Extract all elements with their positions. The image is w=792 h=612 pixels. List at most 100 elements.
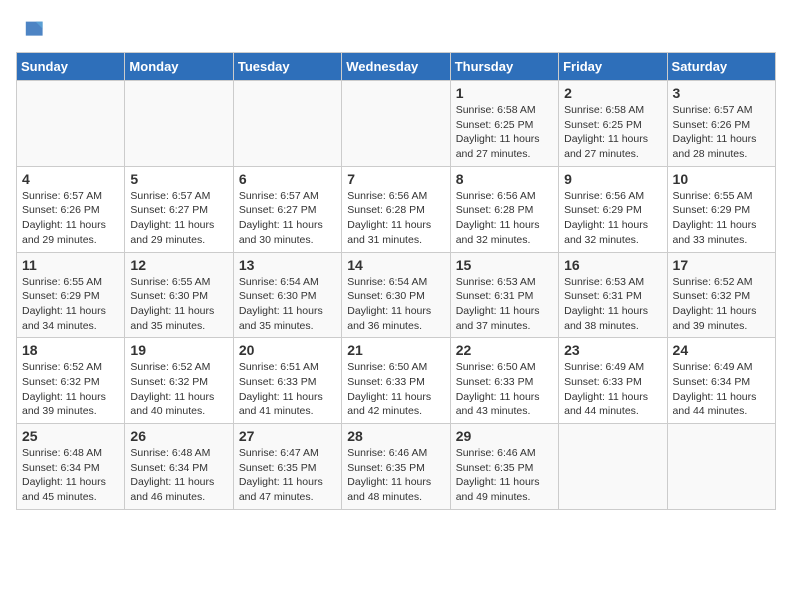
weekday-header-saturday: Saturday bbox=[667, 53, 775, 81]
calendar-cell: 26 Sunrise: 6:48 AM Sunset: 6:34 PM Dayli… bbox=[125, 424, 233, 510]
calendar-cell: 13 Sunrise: 6:54 AM Sunset: 6:30 PM Dayli… bbox=[233, 252, 341, 338]
day-info: Sunrise: 6:49 AM Sunset: 6:33 PM Dayligh… bbox=[564, 360, 661, 419]
calendar-cell: 27 Sunrise: 6:47 AM Sunset: 6:35 PM Dayli… bbox=[233, 424, 341, 510]
calendar-cell: 7Sunrise: 6:56 AM Sunset: 6:28 PM Daylig… bbox=[342, 166, 450, 252]
calendar-cell bbox=[342, 81, 450, 167]
day-info: Sunrise: 6:56 AM Sunset: 6:29 PM Dayligh… bbox=[564, 189, 661, 248]
day-number: 14 bbox=[347, 257, 444, 273]
day-number: 9 bbox=[564, 171, 661, 187]
day-info: Sunrise: 6:49 AM Sunset: 6:34 PM Dayligh… bbox=[673, 360, 770, 419]
day-number: 12 bbox=[130, 257, 227, 273]
day-number: 7 bbox=[347, 171, 444, 187]
day-info: Sunrise: 6:50 AM Sunset: 6:33 PM Dayligh… bbox=[456, 360, 553, 419]
day-info: Sunrise: 6:58 AM Sunset: 6:25 PM Dayligh… bbox=[456, 103, 553, 162]
calendar-cell bbox=[667, 424, 775, 510]
day-info: Sunrise: 6:57 AM Sunset: 6:26 PM Dayligh… bbox=[673, 103, 770, 162]
calendar-cell: 23 Sunrise: 6:49 AM Sunset: 6:33 PM Dayli… bbox=[559, 338, 667, 424]
calendar-cell: 4Sunrise: 6:57 AM Sunset: 6:26 PM Daylig… bbox=[17, 166, 125, 252]
calendar-cell: 6 Sunrise: 6:57 AM Sunset: 6:27 PM Daylig… bbox=[233, 166, 341, 252]
day-info: Sunrise: 6:54 AM Sunset: 6:30 PM Dayligh… bbox=[347, 275, 444, 334]
day-number: 11 bbox=[22, 257, 119, 273]
calendar-cell: 29 Sunrise: 6:46 AM Sunset: 6:35 PM Dayli… bbox=[450, 424, 558, 510]
day-info: Sunrise: 6:58 AM Sunset: 6:25 PM Dayligh… bbox=[564, 103, 661, 162]
day-number: 2 bbox=[564, 85, 661, 101]
day-info: Sunrise: 6:55 AM Sunset: 6:29 PM Dayligh… bbox=[22, 275, 119, 334]
day-info: Sunrise: 6:56 AM Sunset: 6:28 PM Dayligh… bbox=[456, 189, 553, 248]
calendar-cell: 9 Sunrise: 6:56 AM Sunset: 6:29 PM Daylig… bbox=[559, 166, 667, 252]
day-info: Sunrise: 6:55 AM Sunset: 6:30 PM Dayligh… bbox=[130, 275, 227, 334]
day-info: Sunrise: 6:53 AM Sunset: 6:31 PM Dayligh… bbox=[564, 275, 661, 334]
calendar-cell: 5 Sunrise: 6:57 AM Sunset: 6:27 PM Daylig… bbox=[125, 166, 233, 252]
calendar-cell: 1 Sunrise: 6:58 AM Sunset: 6:25 PM Daylig… bbox=[450, 81, 558, 167]
calendar-cell: 20 Sunrise: 6:51 AM Sunset: 6:33 PM Dayli… bbox=[233, 338, 341, 424]
day-number: 21 bbox=[347, 342, 444, 358]
day-info: Sunrise: 6:57 AM Sunset: 6:27 PM Dayligh… bbox=[130, 189, 227, 248]
calendar-body: 1 Sunrise: 6:58 AM Sunset: 6:25 PM Daylig… bbox=[17, 81, 776, 510]
calendar-cell: 10 Sunrise: 6:55 AM Sunset: 6:29 PM Dayli… bbox=[667, 166, 775, 252]
day-info: Sunrise: 6:52 AM Sunset: 6:32 PM Dayligh… bbox=[130, 360, 227, 419]
day-info: Sunrise: 6:54 AM Sunset: 6:30 PM Dayligh… bbox=[239, 275, 336, 334]
weekday-header-thursday: Thursday bbox=[450, 53, 558, 81]
day-info: Sunrise: 6:47 AM Sunset: 6:35 PM Dayligh… bbox=[239, 446, 336, 505]
week-row-2: 4Sunrise: 6:57 AM Sunset: 6:26 PM Daylig… bbox=[17, 166, 776, 252]
calendar-cell: 2 Sunrise: 6:58 AM Sunset: 6:25 PM Daylig… bbox=[559, 81, 667, 167]
day-number: 29 bbox=[456, 428, 553, 444]
day-number: 16 bbox=[564, 257, 661, 273]
day-number: 24 bbox=[673, 342, 770, 358]
calendar-cell: 18Sunrise: 6:52 AM Sunset: 6:32 PM Dayli… bbox=[17, 338, 125, 424]
day-number: 18 bbox=[22, 342, 119, 358]
day-info: Sunrise: 6:46 AM Sunset: 6:35 PM Dayligh… bbox=[347, 446, 444, 505]
calendar-header: SundayMondayTuesdayWednesdayThursdayFrid… bbox=[17, 53, 776, 81]
calendar-cell: 25Sunrise: 6:48 AM Sunset: 6:34 PM Dayli… bbox=[17, 424, 125, 510]
calendar-cell: 3 Sunrise: 6:57 AM Sunset: 6:26 PM Daylig… bbox=[667, 81, 775, 167]
calendar-cell: 11 Sunrise: 6:55 AM Sunset: 6:29 PM Dayli… bbox=[17, 252, 125, 338]
day-number: 5 bbox=[130, 171, 227, 187]
logo bbox=[16, 16, 48, 44]
calendar-cell: 19 Sunrise: 6:52 AM Sunset: 6:32 PM Dayli… bbox=[125, 338, 233, 424]
day-number: 13 bbox=[239, 257, 336, 273]
calendar-cell: 14 Sunrise: 6:54 AM Sunset: 6:30 PM Dayli… bbox=[342, 252, 450, 338]
day-info: Sunrise: 6:57 AM Sunset: 6:26 PM Dayligh… bbox=[22, 189, 119, 248]
day-number: 28 bbox=[347, 428, 444, 444]
calendar-table: SundayMondayTuesdayWednesdayThursdayFrid… bbox=[16, 52, 776, 510]
weekday-header-friday: Friday bbox=[559, 53, 667, 81]
day-number: 22 bbox=[456, 342, 553, 358]
weekday-header-sunday: Sunday bbox=[17, 53, 125, 81]
day-info: Sunrise: 6:51 AM Sunset: 6:33 PM Dayligh… bbox=[239, 360, 336, 419]
week-row-1: 1 Sunrise: 6:58 AM Sunset: 6:25 PM Daylig… bbox=[17, 81, 776, 167]
day-info: Sunrise: 6:48 AM Sunset: 6:34 PM Dayligh… bbox=[22, 446, 119, 505]
day-info: Sunrise: 6:50 AM Sunset: 6:33 PM Dayligh… bbox=[347, 360, 444, 419]
day-number: 8 bbox=[456, 171, 553, 187]
header-row: SundayMondayTuesdayWednesdayThursdayFrid… bbox=[17, 53, 776, 81]
calendar-cell: 16 Sunrise: 6:53 AM Sunset: 6:31 PM Dayli… bbox=[559, 252, 667, 338]
day-info: Sunrise: 6:48 AM Sunset: 6:34 PM Dayligh… bbox=[130, 446, 227, 505]
day-number: 27 bbox=[239, 428, 336, 444]
calendar-cell: 12 Sunrise: 6:55 AM Sunset: 6:30 PM Dayli… bbox=[125, 252, 233, 338]
day-number: 26 bbox=[130, 428, 227, 444]
weekday-header-wednesday: Wednesday bbox=[342, 53, 450, 81]
day-number: 20 bbox=[239, 342, 336, 358]
calendar-cell: 22 Sunrise: 6:50 AM Sunset: 6:33 PM Dayli… bbox=[450, 338, 558, 424]
day-info: Sunrise: 6:46 AM Sunset: 6:35 PM Dayligh… bbox=[456, 446, 553, 505]
day-number: 6 bbox=[239, 171, 336, 187]
day-info: Sunrise: 6:53 AM Sunset: 6:31 PM Dayligh… bbox=[456, 275, 553, 334]
day-number: 19 bbox=[130, 342, 227, 358]
calendar-cell bbox=[17, 81, 125, 167]
day-info: Sunrise: 6:57 AM Sunset: 6:27 PM Dayligh… bbox=[239, 189, 336, 248]
calendar-cell: 17Sunrise: 6:52 AM Sunset: 6:32 PM Dayli… bbox=[667, 252, 775, 338]
weekday-header-monday: Monday bbox=[125, 53, 233, 81]
day-number: 3 bbox=[673, 85, 770, 101]
calendar-cell: 24 Sunrise: 6:49 AM Sunset: 6:34 PM Dayli… bbox=[667, 338, 775, 424]
calendar-cell bbox=[233, 81, 341, 167]
day-number: 1 bbox=[456, 85, 553, 101]
logo-icon bbox=[16, 16, 44, 44]
day-number: 23 bbox=[564, 342, 661, 358]
day-number: 10 bbox=[673, 171, 770, 187]
day-number: 17 bbox=[673, 257, 770, 273]
day-info: Sunrise: 6:55 AM Sunset: 6:29 PM Dayligh… bbox=[673, 189, 770, 248]
week-row-4: 18 Sunrise: 6:52 AM Sunset: 6:32 PM Dayli… bbox=[17, 338, 776, 424]
header bbox=[16, 16, 776, 44]
week-row-5: 25Sunrise: 6:48 AM Sunset: 6:34 PM Dayli… bbox=[17, 424, 776, 510]
weekday-header-tuesday: Tuesday bbox=[233, 53, 341, 81]
calendar-cell bbox=[125, 81, 233, 167]
